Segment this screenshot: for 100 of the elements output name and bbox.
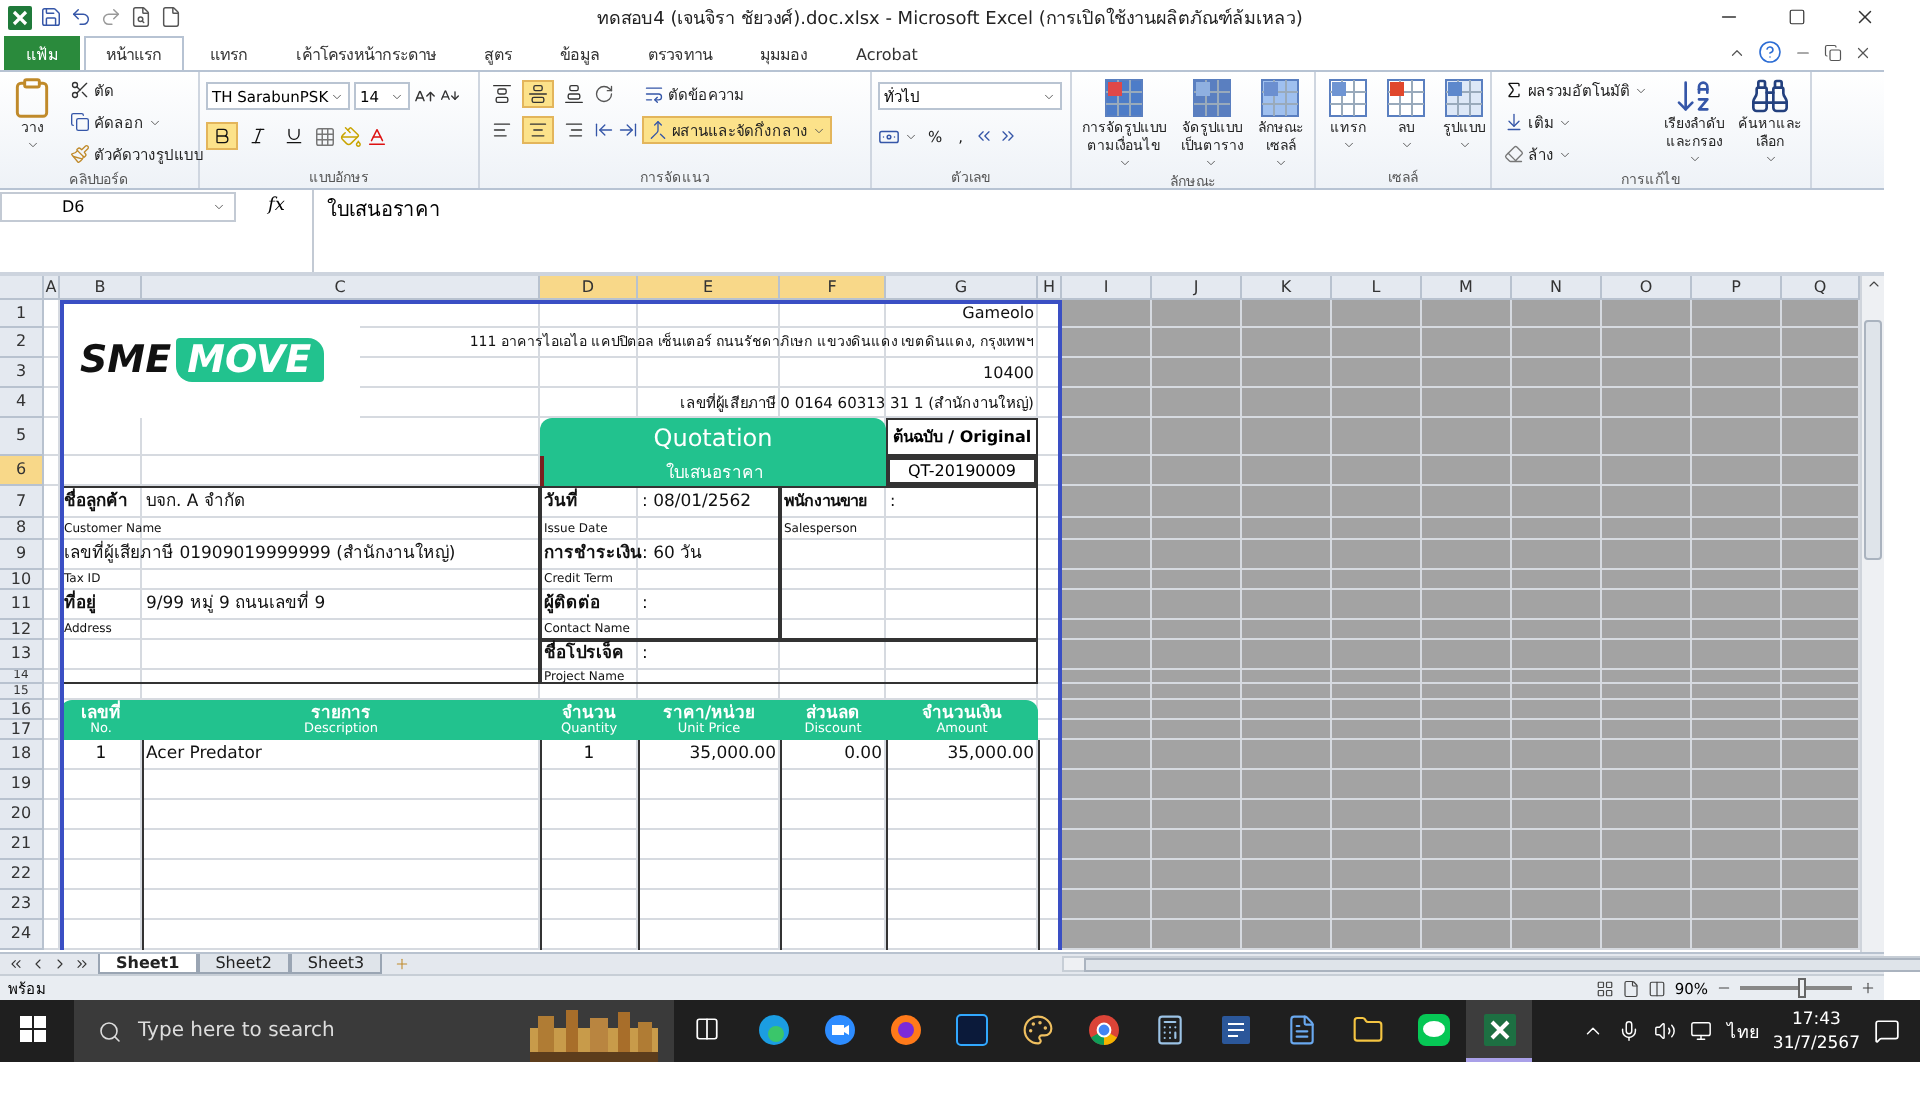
row-header[interactable]: 7 <box>0 486 44 518</box>
middle-align-button[interactable] <box>522 80 554 108</box>
redo-icon[interactable] <box>100 6 122 28</box>
row-header[interactable]: 5 <box>0 418 44 456</box>
row-header[interactable]: 16 <box>0 700 44 720</box>
row-header[interactable]: 12 <box>0 620 44 640</box>
grow-font-icon[interactable] <box>414 85 436 107</box>
ribbon-tab[interactable]: หน้าแรก <box>84 36 184 70</box>
last-sheet-icon[interactable] <box>74 956 90 972</box>
sheet-tab[interactable]: Sheet3 <box>289 954 383 974</box>
column-header[interactable]: O <box>1602 276 1692 300</box>
row-header[interactable]: 8 <box>0 518 44 540</box>
spreadsheet-icon <box>1483 1013 1515 1045</box>
network-icon[interactable] <box>1690 1020 1713 1042</box>
save-icon[interactable] <box>40 6 62 28</box>
row-header[interactable]: 3 <box>0 358 44 388</box>
column-header[interactable]: I <box>1062 276 1152 300</box>
column-header[interactable]: Q <box>1782 276 1860 300</box>
salesperson-value: : <box>888 490 898 514</box>
excel-icon[interactable] <box>8 5 32 29</box>
slider-thumb[interactable] <box>1797 978 1806 998</box>
row-header[interactable]: 6 <box>0 456 44 486</box>
row-header[interactable]: 13 <box>0 640 44 670</box>
next-sheet-icon[interactable] <box>52 956 68 972</box>
print-preview-icon[interactable] <box>130 6 152 28</box>
notifications-icon[interactable] <box>1874 1018 1900 1044</box>
bold-button[interactable] <box>206 122 238 150</box>
page-layout-icon[interactable] <box>1622 979 1641 997</box>
column-header[interactable]: P <box>1692 276 1782 300</box>
taskbar-app[interactable] <box>1466 1000 1532 1062</box>
sheet-tab[interactable]: Sheet2 <box>197 954 290 974</box>
column-header[interactable]: E <box>638 276 780 300</box>
row-header[interactable]: 20 <box>0 800 44 830</box>
ribbon-tab[interactable]: ตรวจทาน <box>626 36 734 70</box>
column-header[interactable]: B <box>60 276 142 300</box>
column-header[interactable]: M <box>1422 276 1512 300</box>
page-break-icon[interactable] <box>1648 979 1667 997</box>
close-icon[interactable] <box>1854 43 1872 61</box>
restore-icon[interactable] <box>1788 8 1806 26</box>
decrease-indent-icon[interactable] <box>594 120 614 140</box>
row-header[interactable]: 9 <box>0 540 44 570</box>
function-label[interactable]: fx <box>268 196 285 272</box>
column-header[interactable]: A <box>44 276 60 300</box>
microphone-icon[interactable] <box>1618 1020 1641 1042</box>
row-header[interactable]: 18 <box>0 740 44 770</box>
ribbon-tab[interactable]: Acrobat <box>834 36 940 70</box>
zoom-in-icon[interactable] <box>1860 980 1876 996</box>
ribbon-tab[interactable]: มุมมอง <box>738 36 830 70</box>
vertical-scrollbar[interactable] <box>1860 276 1884 952</box>
close-icon[interactable] <box>1854 6 1876 28</box>
row-header[interactable]: 21 <box>0 830 44 860</box>
row-header[interactable]: 2 <box>0 328 44 358</box>
language-indicator[interactable]: ไทย <box>1726 1017 1759 1045</box>
column-header[interactable]: J <box>1152 276 1242 300</box>
first-sheet-icon[interactable] <box>8 956 24 972</box>
help-icon[interactable] <box>1758 40 1782 64</box>
row-header[interactable]: 1 <box>0 300 44 328</box>
shrink-font-icon[interactable] <box>440 86 460 106</box>
undo-icon[interactable] <box>70 6 92 28</box>
column-header[interactable]: N <box>1512 276 1602 300</box>
row-header[interactable]: 17 <box>0 720 44 740</box>
align-center-button[interactable] <box>522 116 554 144</box>
name-box[interactable]: D6 <box>0 192 236 222</box>
restore-icon[interactable] <box>1824 43 1842 61</box>
orientation-icon[interactable] <box>594 84 614 104</box>
borders-icon[interactable] <box>314 125 336 147</box>
row-header[interactable]: 22 <box>0 860 44 890</box>
column-header[interactable]: D <box>540 276 638 300</box>
scroll-up-icon[interactable] <box>1865 276 1881 292</box>
currency-icon[interactable] <box>878 125 900 147</box>
row-header[interactable]: 11 <box>0 590 44 620</box>
row-header[interactable]: 10 <box>0 570 44 590</box>
file-tab[interactable]: แฟ้ม <box>4 36 80 70</box>
formula-field[interactable]: ใบเสนอราคา <box>312 190 1884 272</box>
font-color-icon[interactable] <box>366 125 388 147</box>
column-header[interactable]: K <box>1242 276 1332 300</box>
detail-value: : <box>640 642 650 669</box>
row-header[interactable]: 19 <box>0 770 44 800</box>
column-header[interactable]: L <box>1332 276 1422 300</box>
new-file-icon[interactable] <box>160 6 182 28</box>
column-header[interactable]: F <box>780 276 886 300</box>
normal-view-icon[interactable] <box>1596 979 1615 997</box>
volume-icon[interactable] <box>1654 1020 1677 1042</box>
fill-color-icon[interactable] <box>340 125 362 147</box>
column-header[interactable]: G <box>886 276 1038 300</box>
ribbon-tab[interactable]: สูตร <box>462 36 534 70</box>
clock[interactable]: 17:43 31/7/2567 <box>1772 1007 1860 1055</box>
ribbon-tab[interactable]: เค้าโครงหน้ากระดาษ <box>274 36 458 70</box>
column-header[interactable]: H <box>1038 276 1062 300</box>
column-header[interactable]: C <box>142 276 540 300</box>
format-cells-icon <box>1442 76 1486 120</box>
row-header[interactable]: 24 <box>0 920 44 950</box>
row-header[interactable]: 23 <box>0 890 44 920</box>
sheet-tab[interactable]: Sheet1 <box>98 954 198 974</box>
row-header[interactable]: 4 <box>0 388 44 418</box>
ribbon-tab[interactable]: ข้อมูล <box>538 36 622 70</box>
increase-indent-icon[interactable] <box>618 120 638 140</box>
prev-sheet-icon[interactable] <box>30 956 46 972</box>
ribbon-tab[interactable]: แทรก <box>188 36 270 70</box>
horizontal-scrollbar[interactable] <box>1062 956 1920 972</box>
